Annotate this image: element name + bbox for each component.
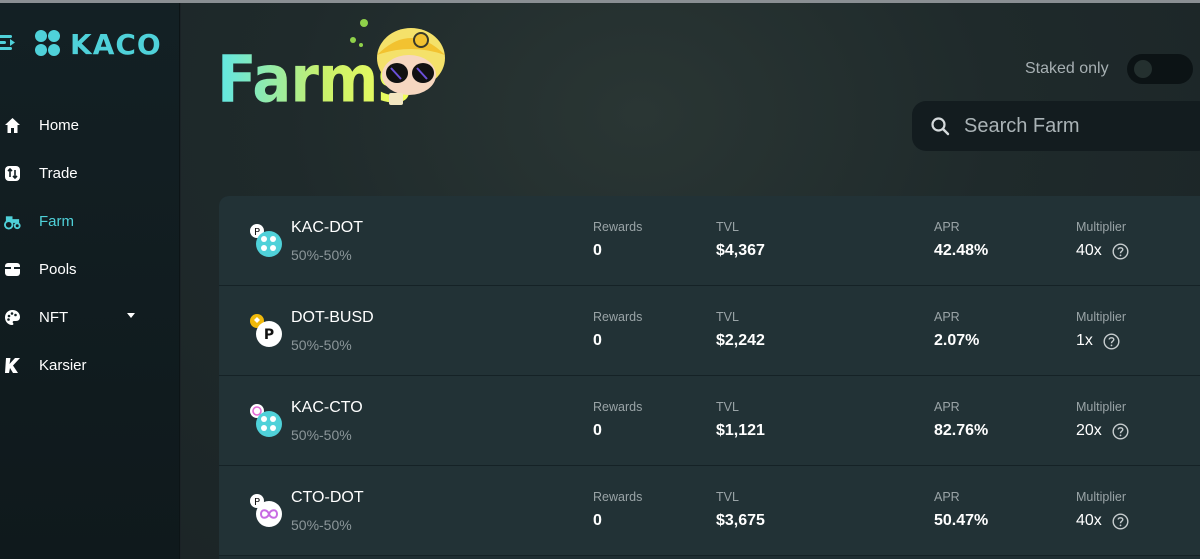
apr-label: APR xyxy=(934,220,960,234)
palette-icon xyxy=(4,309,21,326)
apr-value: 2.07% xyxy=(934,332,980,349)
sidebar-item-label: Karsier xyxy=(39,356,87,374)
kac-cto-pair-icon xyxy=(250,404,282,437)
multiplier-cell: 40x xyxy=(1076,512,1129,530)
search-input[interactable] xyxy=(964,114,1200,138)
sidebar: KACO Home Trade Farm Pools NFT Karsier xyxy=(0,3,180,559)
chevron-down-icon[interactable] xyxy=(127,313,135,319)
sidebar-item-label: Home xyxy=(39,116,80,134)
sidebar-nav: Home Trade Farm Pools NFT Karsier xyxy=(0,101,180,389)
kac-dot-pair-icon: P xyxy=(250,224,282,257)
home-icon xyxy=(4,117,21,134)
tvl-label: TVL xyxy=(716,490,739,504)
sidebar-item-farm[interactable]: Farm xyxy=(0,197,180,245)
multiplier-cell: 40x xyxy=(1076,242,1129,260)
cto-dot-pair-icon: P xyxy=(250,494,282,527)
sidebar-item-label: Farm xyxy=(39,212,74,230)
sidebar-item-label: NFT xyxy=(39,308,69,326)
pair-name: KAC-CTO xyxy=(291,399,363,416)
apr-value: 82.76% xyxy=(934,422,989,439)
multiplier-label: Multiplier xyxy=(1076,310,1127,324)
apr-label: APR xyxy=(934,490,960,504)
multiplier-cell: 1x xyxy=(1076,332,1120,350)
pair-split: 50%-50% xyxy=(291,247,352,263)
kaco-logo[interactable]: KACO xyxy=(32,27,162,61)
sidebar-item-label: Pools xyxy=(39,260,77,278)
pair-split: 50%-50% xyxy=(291,427,352,443)
table-row[interactable]: P DOT-BUSD 50%-50% Rewards 0 TVL $2,242 … xyxy=(219,286,1200,376)
tvl-label: TVL xyxy=(716,400,739,414)
toggle-knob xyxy=(1134,60,1152,78)
rewards-label: Rewards xyxy=(593,220,643,234)
sidebar-item-nft[interactable]: NFT xyxy=(0,293,180,341)
table-row[interactable]: KAC-CTO 50%-50% Rewards 0 TVL $1,121 APR… xyxy=(219,376,1200,466)
multiplier-value: 1x xyxy=(1076,332,1093,349)
trade-icon xyxy=(4,165,21,182)
table-row[interactable]: P CTO-DOT 50%-50% Rewards 0 TVL $3,675 A… xyxy=(219,466,1200,556)
search-icon xyxy=(931,117,950,136)
multiplier-label: Multiplier xyxy=(1076,490,1127,504)
tractor-icon xyxy=(4,213,21,230)
kaco-mascot-illustration xyxy=(350,19,445,105)
sidebar-item-trade[interactable]: Trade xyxy=(0,149,180,197)
search-farm-box[interactable] xyxy=(912,101,1200,151)
tvl-label: TVL xyxy=(716,310,739,324)
farms-table: P KAC-DOT 50%-50% Rewards 0 TVL $4,367 A… xyxy=(219,196,1200,559)
apr-label: APR xyxy=(934,310,960,324)
multiplier-value: 40x xyxy=(1076,512,1102,529)
sidebar-item-label: Trade xyxy=(39,164,78,182)
pair-name: DOT-BUSD xyxy=(291,309,374,326)
rewards-value: 0 xyxy=(593,332,602,349)
rewards-value: 0 xyxy=(593,242,602,259)
staked-only-label: Staked only xyxy=(1025,60,1109,77)
help-icon[interactable] xyxy=(1112,242,1129,260)
apr-value: 42.48% xyxy=(934,242,989,259)
main-content: Farms Staked only P xyxy=(181,3,1200,559)
tvl-value: $4,367 xyxy=(716,242,765,259)
rewards-label: Rewards xyxy=(593,400,643,414)
rewards-value: 0 xyxy=(593,422,602,439)
apr-label: APR xyxy=(934,400,960,414)
apr-value: 50.47% xyxy=(934,512,989,529)
rewards-label: Rewards xyxy=(593,490,643,504)
svg-text:P: P xyxy=(264,327,274,343)
tvl-value: $1,121 xyxy=(716,422,765,439)
brand-name: KACO xyxy=(70,27,162,61)
rewards-label: Rewards xyxy=(593,310,643,324)
multiplier-label: Multiplier xyxy=(1076,400,1127,414)
multiplier-cell: 20x xyxy=(1076,422,1129,440)
tvl-value: $3,675 xyxy=(716,512,765,529)
dot-busd-pair-icon: P xyxy=(250,314,282,347)
table-row[interactable]: P KAC-DOT 50%-50% Rewards 0 TVL $4,367 A… xyxy=(219,196,1200,286)
multiplier-value: 40x xyxy=(1076,242,1102,259)
pair-split: 50%-50% xyxy=(291,337,352,353)
sidebar-item-karsier[interactable]: Karsier xyxy=(0,341,180,389)
staked-only-toggle[interactable] xyxy=(1127,54,1193,84)
multiplier-value: 20x xyxy=(1076,422,1102,439)
multiplier-label: Multiplier xyxy=(1076,220,1127,234)
pair-name: KAC-DOT xyxy=(291,219,363,236)
karsier-k-icon xyxy=(4,357,21,374)
tvl-label: TVL xyxy=(716,220,739,234)
menu-toggle-icon[interactable] xyxy=(0,31,18,53)
pair-name: CTO-DOT xyxy=(291,489,364,506)
sidebar-item-pools[interactable]: Pools xyxy=(0,245,180,293)
sidebar-item-home[interactable]: Home xyxy=(0,101,180,149)
pools-icon xyxy=(4,261,21,278)
pair-split: 50%-50% xyxy=(291,517,352,533)
rewards-value: 0 xyxy=(593,512,602,529)
help-icon[interactable] xyxy=(1103,332,1120,350)
tvl-value: $2,242 xyxy=(716,332,765,349)
kaco-logo-icon xyxy=(35,30,60,56)
help-icon[interactable] xyxy=(1112,512,1129,530)
help-icon[interactable] xyxy=(1112,422,1129,440)
